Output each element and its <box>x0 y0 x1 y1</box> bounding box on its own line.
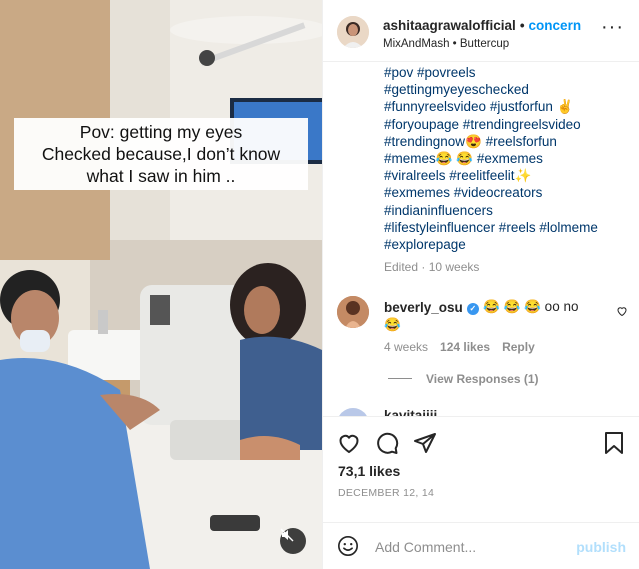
commenter-username[interactable]: beverly_osu <box>384 300 463 315</box>
video-frame-illustration <box>0 0 322 569</box>
smiley-icon <box>338 536 358 556</box>
publish-button[interactable]: publish <box>576 539 626 555</box>
add-comment-bar: Add Comment... publish <box>323 522 639 569</box>
author-line: ashitaagrawalofficial • concern <box>383 18 581 33</box>
caption-line-3: what I saw in him .. <box>86 166 236 186</box>
hashtag-line[interactable]: #exmemes #videocreators <box>384 184 634 201</box>
speech-bubble-icon <box>377 432 399 454</box>
likes-count[interactable]: 73,1 likes <box>338 463 400 479</box>
mute-button[interactable] <box>280 528 306 554</box>
hashtag-line[interactable]: #pov #povreels <box>384 64 634 81</box>
more-options-icon[interactable]: ··· <box>601 17 624 37</box>
caption-line-1: Pov: getting my eyes <box>79 122 243 142</box>
emoji-button[interactable] <box>337 535 359 562</box>
post-details-panel: ashitaagrawalofficial • concern MixAndMash… <box>322 0 639 569</box>
comments-scroll-area[interactable]: #pov #povreels #gettingmyeyeschecked #fu… <box>323 62 639 416</box>
share-button[interactable] <box>413 431 437 460</box>
add-comment-input[interactable]: Add Comment... <box>375 539 565 555</box>
hashtag-line[interactable]: #trendingnow😍 #reelsforfun <box>384 133 634 150</box>
author-username[interactable]: ashitaagrawalofficial <box>383 18 516 33</box>
audio-track[interactable]: MixAndMash • Buttercup <box>383 38 509 50</box>
next-commenter-avatar[interactable] <box>337 408 369 416</box>
post-date: DECEMBER 12, 14 <box>338 487 435 499</box>
like-button[interactable] <box>337 431 361 460</box>
save-button[interactable] <box>603 431 625 460</box>
heart-icon <box>339 434 359 454</box>
comment-likes[interactable]: 124 likes <box>440 340 490 354</box>
hashtag-line[interactable]: #lifestyleinfluencer #reels #lolmeme <box>384 219 634 236</box>
header-separator: • <box>519 18 525 33</box>
comment-text-continued: 😂 <box>384 317 401 332</box>
hashtag-line[interactable]: #viralreels #reelitfeelit✨ <box>384 167 634 184</box>
commenter-avatar-image <box>337 296 369 328</box>
speaker-muted-icon <box>280 528 294 542</box>
reply-button[interactable]: Reply <box>502 340 535 354</box>
hashtag-line[interactable]: #explorepage <box>384 236 634 253</box>
post-actions: 73,1 likes DECEMBER 12, 14 <box>323 416 639 506</box>
comment-text: 😂 😂 😂 oo no <box>483 299 579 314</box>
follow-button[interactable]: concern <box>529 18 582 33</box>
paper-plane-icon <box>414 433 436 453</box>
author-avatar[interactable] <box>337 16 369 48</box>
avatar-image <box>337 16 369 48</box>
comment-meta: 4 weeks 124 likes Reply <box>384 340 547 354</box>
heart-outline-icon <box>617 307 627 317</box>
view-responses-label: View Responses (1) <box>426 372 539 386</box>
post-caption-hashtags: #pov #povreels #gettingmyeyeschecked #fu… <box>384 64 634 253</box>
hashtag-line[interactable]: #funnyreelsvideo #justforfun ✌️ <box>384 98 634 115</box>
reel-video[interactable]: Pov: getting my eyes Checked because,I d… <box>0 0 322 569</box>
commenter-username-line: beverly_osu ✓ <box>384 300 479 315</box>
comment-button[interactable] <box>375 431 399 460</box>
caption-edited-time: Edited · 10 weeks <box>384 260 480 274</box>
comment-time: 4 weeks <box>384 340 429 354</box>
hashtag-line[interactable]: #indianinfluencers <box>384 202 634 219</box>
next-commenter-username[interactable]: kavitajiji <box>384 408 437 416</box>
bookmark-icon <box>605 432 623 454</box>
caption-line-2: Checked because,I don’t know <box>41 144 281 164</box>
view-responses-button[interactable]: View Responses (1) <box>388 372 539 386</box>
post-header: ashitaagrawalofficial • concern MixAndMash… <box>323 0 639 62</box>
responses-divider <box>388 378 412 379</box>
commenter-avatar[interactable] <box>337 296 369 328</box>
hashtag-line[interactable]: #memes😂 😂 #exmemes <box>384 150 634 167</box>
hashtag-line[interactable]: #gettingmyeyeschecked <box>384 81 634 98</box>
hashtag-line[interactable]: #foryoupage #trendingreelsvideo <box>384 116 634 133</box>
video-caption-overlay: Pov: getting my eyes Checked because,I d… <box>14 118 308 190</box>
verified-badge-icon: ✓ <box>466 303 479 315</box>
like-comment-button[interactable] <box>616 304 628 322</box>
